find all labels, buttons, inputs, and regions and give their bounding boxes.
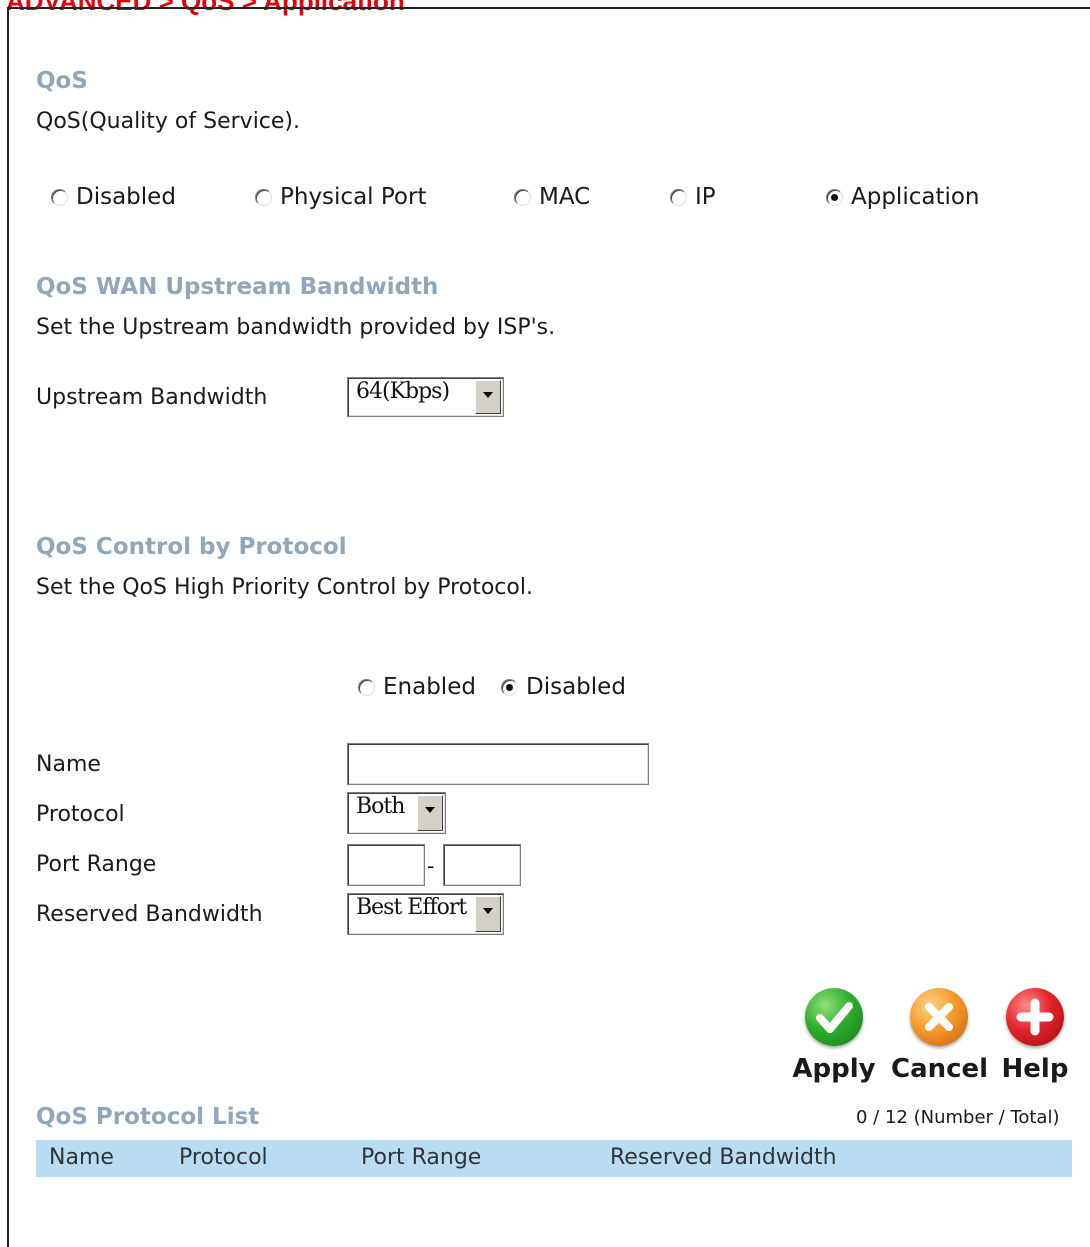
radio-button[interactable] [501,678,518,696]
column-header-reserved-bandwidth: Reserved Bandwidth [610,1145,837,1170]
help-label: Help [1001,1054,1069,1084]
upstream-bandwidth-select[interactable]: 64(Kbps) [347,377,504,417]
qos-description: QoS(Quality of Service). [36,109,301,134]
upstream-bandwidth-label: Upstream Bandwidth [36,385,268,410]
cancel-button[interactable]: Cancel [891,988,989,1084]
radio-label: Physical Port [280,184,427,210]
reserved-bandwidth-label: Reserved Bandwidth [36,902,263,927]
list-section-title: QoS Protocol List [36,1104,260,1130]
radio-label: IP [695,184,716,210]
control-radio-disabled[interactable]: Disabled [501,674,626,700]
checkmark-icon [805,988,863,1046]
list-header-row: Name Protocol Port Range Reserved Bandwi… [36,1140,1072,1177]
apply-label: Apply [792,1054,876,1084]
select-value: Best Effort [356,895,467,920]
radio-button[interactable] [358,678,375,696]
apply-button[interactable]: Apply [788,988,880,1084]
select-value: 64(Kbps) [356,379,450,404]
protocol-select[interactable]: Both [347,792,446,834]
radio-label: Application [851,184,980,210]
mode-radio-application[interactable]: Application [826,184,980,210]
column-header-port-range: Port Range [361,1145,482,1170]
cancel-label: Cancel [891,1054,989,1084]
port-range-separator: - [427,854,435,878]
port-range-label: Port Range [36,852,157,877]
qos-section-title: QoS [36,68,88,94]
control-description: Set the QoS High Priority Control by Pro… [36,575,533,600]
cancel-x-icon [910,988,968,1046]
list-counter: 0 / 12 (Number / Total) [856,1107,1060,1128]
name-label: Name [36,752,101,777]
mode-radio-disabled[interactable]: Disabled [51,184,176,210]
chevron-down-icon[interactable] [475,380,501,414]
radio-button[interactable] [514,188,531,206]
protocol-label: Protocol [36,802,125,827]
wan-section-title: QoS WAN Upstream Bandwidth [36,274,439,300]
reserved-bandwidth-select[interactable]: Best Effort [347,893,504,935]
port-range-to-input[interactable] [443,844,521,886]
radio-button[interactable] [255,188,272,206]
wan-description: Set the Upstream bandwidth provided by I… [36,315,556,340]
control-section-title: QoS Control by Protocol [36,534,347,560]
radio-button[interactable] [670,188,687,206]
chevron-down-icon[interactable] [475,896,501,932]
chevron-down-icon[interactable] [417,795,443,831]
help-button[interactable]: Help [999,988,1071,1084]
mode-radio-mac[interactable]: MAC [514,184,590,210]
radio-label: Disabled [76,184,176,210]
radio-label: Disabled [526,674,626,700]
select-value: Both [356,794,405,819]
name-input[interactable] [347,743,649,785]
help-plus-icon [1006,988,1064,1046]
mode-radio-physical-port[interactable]: Physical Port [255,184,426,210]
radio-label: MAC [539,184,591,210]
radio-button[interactable] [51,188,68,206]
column-header-name: Name [49,1145,114,1170]
mode-radio-ip[interactable]: IP [670,184,716,210]
column-header-protocol: Protocol [179,1145,268,1170]
radio-button[interactable] [826,188,843,206]
radio-label: Enabled [383,674,476,700]
port-range-from-input[interactable] [347,844,425,886]
control-radio-enabled[interactable]: Enabled [358,674,476,700]
